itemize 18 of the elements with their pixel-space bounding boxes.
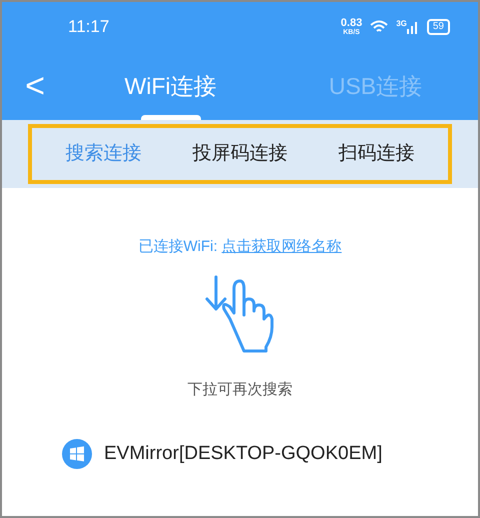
connection-method-tab[interactable]: 投屏码连接 — [192, 140, 288, 168]
signal-icon — [406, 20, 419, 34]
connection-tab[interactable]: WiFi连接 — [68, 52, 273, 120]
device-name[interactable]: EVMirror[DESKTOP-GQOK0EM] — [104, 440, 382, 468]
wifi-icon — [370, 20, 388, 34]
pull-down-hand-icon — [204, 274, 276, 354]
wifi-status: 已连接WiFi: 点击获取网络名称 — [138, 237, 342, 257]
status-time: 11:17 — [68, 16, 110, 38]
connection-method-tab[interactable]: 搜索连接 — [66, 140, 142, 168]
pull-hint: 下拉可再次搜索 — [188, 380, 292, 400]
battery-indicator: 59 — [426, 19, 450, 35]
windows-icon — [62, 439, 92, 469]
connection-method-tab[interactable]: 扫码连接 — [338, 140, 414, 168]
get-network-name-link[interactable]: 点击获取网络名称 — [222, 238, 342, 255]
back-button[interactable]: < — [2, 69, 68, 103]
network-speed: 0.83 — [340, 18, 362, 29]
connection-tab[interactable]: USB连接 — [273, 52, 478, 120]
network-type: 3G — [396, 18, 407, 30]
